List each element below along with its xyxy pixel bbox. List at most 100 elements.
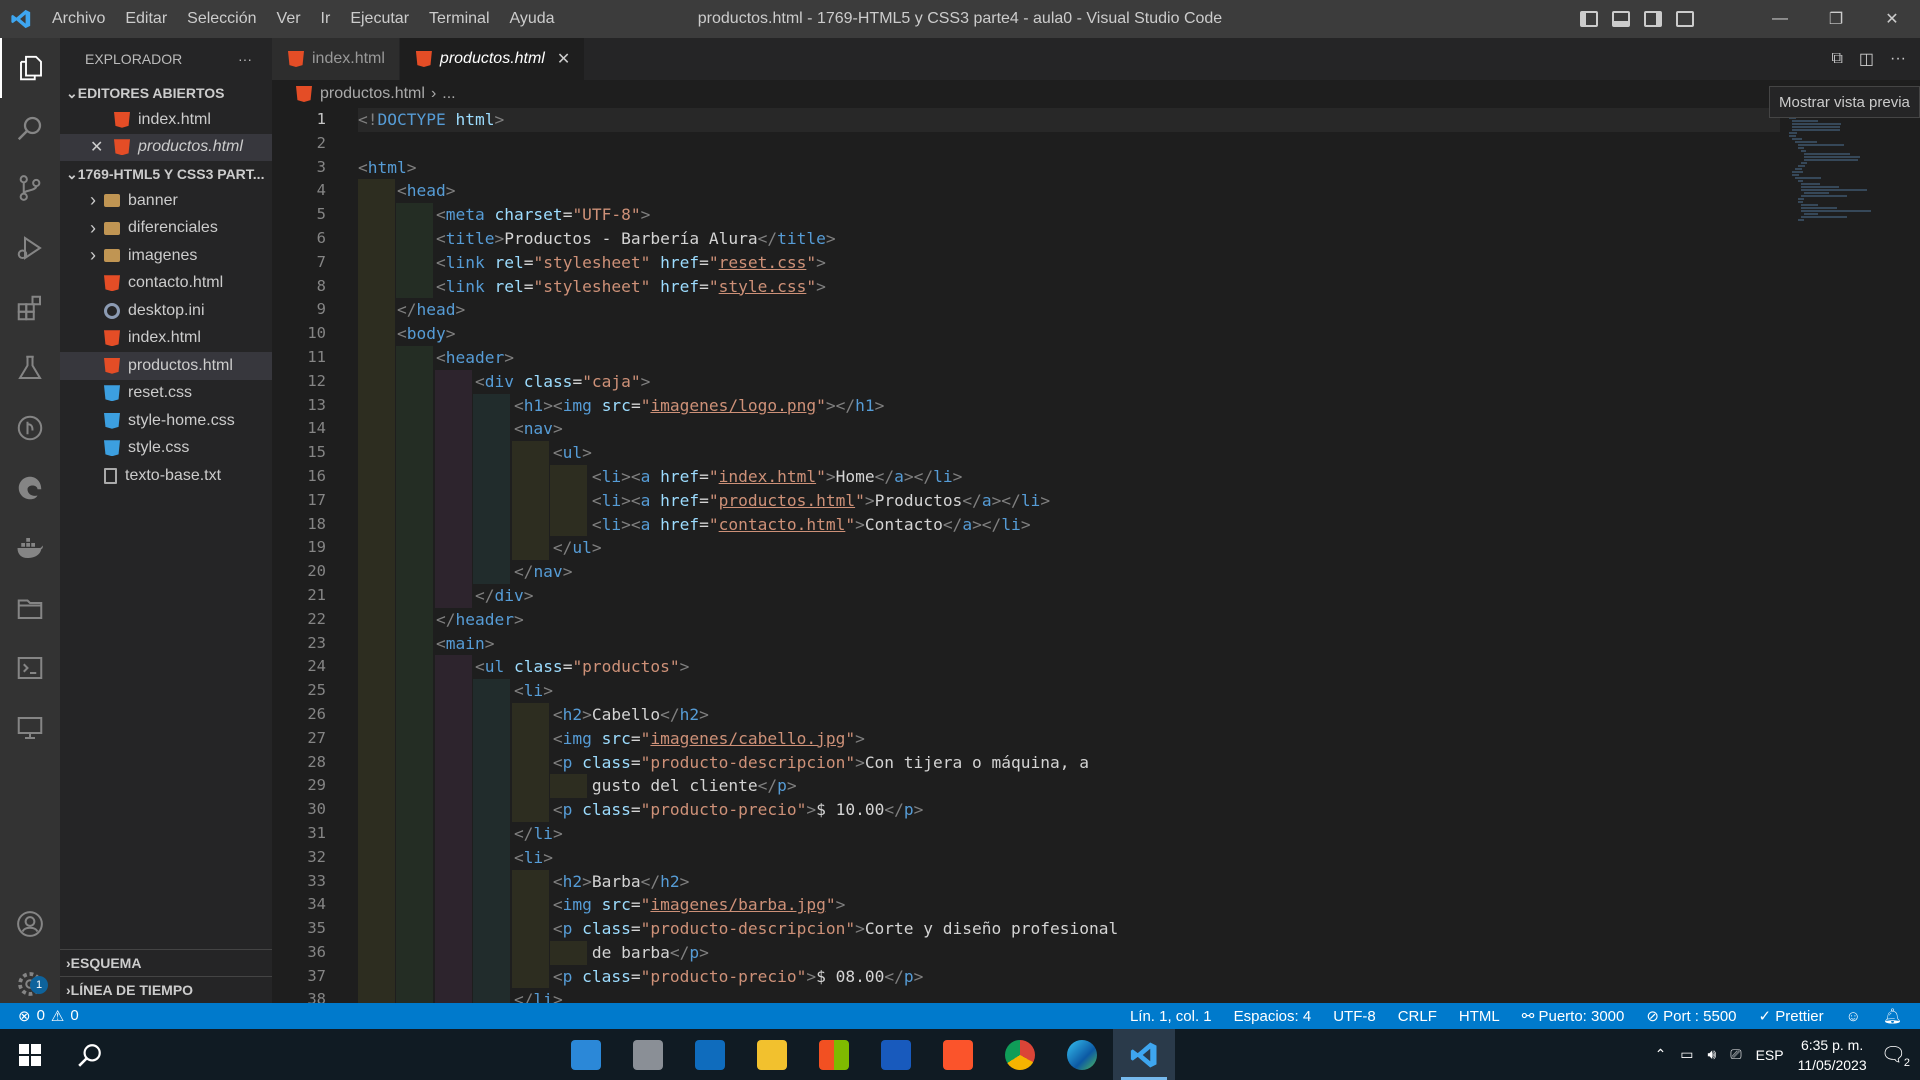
file-item[interactable]: desktop.ini bbox=[60, 297, 272, 325]
code-line[interactable]: <link rel="stylesheet" href="reset.css"> bbox=[358, 250, 1780, 275]
code-line[interactable]: <li> bbox=[358, 679, 1780, 703]
task-view-icon[interactable] bbox=[555, 1029, 617, 1080]
code-line[interactable]: <main> bbox=[358, 631, 1780, 656]
code-line[interactable]: gusto del cliente</p> bbox=[358, 774, 1780, 799]
code-line[interactable] bbox=[358, 132, 1780, 156]
extensions-icon[interactable] bbox=[0, 278, 60, 338]
toggle-primary-sidebar-icon[interactable] bbox=[1580, 11, 1598, 27]
file-item[interactable]: style.css bbox=[60, 435, 272, 463]
more-actions-icon[interactable]: ··· bbox=[1890, 50, 1906, 68]
tab-index-html[interactable]: index.html bbox=[272, 38, 400, 80]
search-icon[interactable] bbox=[0, 98, 60, 158]
code-line[interactable]: </li> bbox=[358, 988, 1780, 1003]
microsoft-store-icon[interactable] bbox=[803, 1029, 865, 1080]
restore-icon[interactable]: ❐ bbox=[1808, 0, 1864, 38]
puerto-status[interactable]: ⚯ Puerto: 3000 bbox=[1522, 1007, 1625, 1025]
code-line[interactable]: <nav> bbox=[358, 417, 1780, 442]
code-line[interactable]: </div> bbox=[358, 583, 1780, 608]
outline-header[interactable]: › ESQUEMA bbox=[60, 949, 272, 976]
testing-icon[interactable] bbox=[0, 338, 60, 398]
toggle-secondary-sidebar-icon[interactable] bbox=[1644, 11, 1662, 27]
battery-icon[interactable]: ▭ bbox=[1680, 1046, 1693, 1063]
encoding[interactable]: UTF-8 bbox=[1333, 1008, 1376, 1025]
snipping-tool-icon[interactable] bbox=[617, 1029, 679, 1080]
menu-item[interactable]: Ejecutar bbox=[340, 0, 419, 38]
input-language[interactable]: ESP bbox=[1756, 1047, 1784, 1063]
code-line[interactable]: <img src="imagenes/barba.jpg"> bbox=[358, 893, 1780, 918]
code-line[interactable]: <img src="imagenes/cabello.jpg"> bbox=[358, 726, 1780, 751]
menu-item[interactable]: Editar bbox=[115, 0, 177, 38]
project-manager-icon[interactable] bbox=[0, 578, 60, 638]
code-line[interactable]: <li><a href="contacto.html">Contacto</a>… bbox=[358, 512, 1780, 537]
explorer-icon[interactable] bbox=[0, 38, 60, 98]
file-item[interactable]: style-home.css bbox=[60, 407, 272, 435]
code-line[interactable]: <header> bbox=[358, 345, 1780, 370]
file-item[interactable]: index.html bbox=[60, 325, 272, 353]
split-editor-icon[interactable]: ◫ bbox=[1859, 49, 1874, 69]
chrome-icon[interactable] bbox=[989, 1029, 1051, 1080]
show-hidden-icons-icon[interactable]: ⌃ bbox=[1655, 1046, 1667, 1063]
code-line[interactable]: <body> bbox=[358, 322, 1780, 346]
tab-productos-html[interactable]: productos.html ✕ bbox=[399, 38, 586, 80]
end-of-line[interactable]: CRLF bbox=[1398, 1008, 1437, 1025]
folder-item[interactable]: › imagenes bbox=[60, 242, 272, 270]
notifications-bell-icon[interactable]: 🔔︎ bbox=[1883, 1007, 1902, 1025]
edge-devtools-icon[interactable] bbox=[0, 458, 60, 518]
code-line[interactable]: <h1><img src="imagenes/logo.png"></h1> bbox=[358, 393, 1780, 418]
taskbar-search-icon[interactable] bbox=[60, 1029, 120, 1080]
folder-header[interactable]: ⌄ 1769-HTML5 Y CSS3 PART... bbox=[60, 161, 272, 187]
code-line[interactable]: <link rel="stylesheet" href="style.css"> bbox=[358, 274, 1780, 299]
code-line[interactable]: <p class="producto-precio">$ 10.00</p> bbox=[358, 798, 1780, 822]
file-item[interactable]: reset.css bbox=[60, 380, 272, 408]
volume-icon[interactable]: 🔊︎ bbox=[1708, 1046, 1717, 1063]
minimap[interactable] bbox=[1786, 108, 1906, 221]
clock[interactable]: 6:35 p. m. 11/05/2023 bbox=[1798, 1035, 1867, 1075]
close-editor-icon[interactable]: ✕ bbox=[90, 137, 114, 157]
code-line[interactable]: <li> bbox=[358, 845, 1780, 870]
customize-layout-icon[interactable] bbox=[1676, 11, 1694, 27]
explorer-more-button[interactable]: ··· bbox=[238, 51, 252, 67]
menu-item[interactable]: Ayuda bbox=[500, 0, 565, 38]
open-editor-item[interactable]: ✕ productos.html bbox=[60, 133, 272, 161]
code-line[interactable]: <li><a href="productos.html">Productos</… bbox=[358, 488, 1780, 513]
remote-explorer-icon[interactable] bbox=[0, 698, 60, 758]
feedback-icon[interactable]: ☺ bbox=[1846, 1008, 1861, 1025]
code-line[interactable]: </nav> bbox=[358, 560, 1780, 584]
code-line[interactable]: <!DOCTYPE html> bbox=[358, 108, 1780, 132]
folder-item[interactable]: › diferenciales bbox=[60, 215, 272, 243]
accounts-icon[interactable] bbox=[0, 894, 60, 954]
code-line[interactable]: <ul> bbox=[358, 441, 1780, 465]
code-editor[interactable]: 1 2 3 4 5 6 7 8 9 10 11 12 13 14 15 16 17 18 19 20 21 22 23 24 2… bbox=[272, 108, 1920, 1003]
menu-item[interactable]: Ir bbox=[311, 0, 341, 38]
windows-start-icon[interactable] bbox=[0, 1029, 60, 1080]
outlook-icon[interactable] bbox=[679, 1029, 741, 1080]
timeline-header[interactable]: › LÍNEA DE TIEMPO bbox=[60, 976, 272, 1003]
file-item[interactable]: texto-base.txt bbox=[60, 462, 272, 490]
network-icon[interactable]: ⎚ bbox=[1730, 1046, 1741, 1063]
live-server-status[interactable]: ⊘ Port : 5500 bbox=[1646, 1007, 1736, 1025]
breadcrumb-file[interactable]: productos.html bbox=[320, 85, 425, 103]
code-line[interactable]: <div class="caja"> bbox=[358, 369, 1780, 394]
code-line[interactable]: <p class="producto-descripcion">Corte y … bbox=[358, 917, 1780, 941]
menu-item[interactable]: Archivo bbox=[42, 0, 115, 38]
indentation[interactable]: Espacios: 4 bbox=[1234, 1008, 1312, 1025]
code-line[interactable]: </head> bbox=[358, 298, 1780, 323]
file-item[interactable]: contacto.html bbox=[60, 270, 272, 298]
toggle-panel-icon[interactable] bbox=[1612, 11, 1630, 27]
action-center-icon[interactable]: 🗨︎ 2 bbox=[1881, 1042, 1910, 1069]
code-line[interactable]: </header> bbox=[358, 607, 1780, 632]
terminal-icon[interactable] bbox=[0, 638, 60, 698]
code-line[interactable]: <li><a href="index.html">Home</a></li> bbox=[358, 464, 1780, 489]
menu-item[interactable]: Terminal bbox=[419, 0, 499, 38]
code-lines[interactable]: <!DOCTYPE html> <html> <head> <meta chars… bbox=[358, 108, 1780, 1003]
code-line[interactable]: de barba</p> bbox=[358, 940, 1780, 965]
code-line[interactable]: <head> bbox=[358, 179, 1780, 204]
menu-item[interactable]: Ver bbox=[267, 0, 311, 38]
code-line[interactable]: <h2>Cabello</h2> bbox=[358, 702, 1780, 727]
minimize-icon[interactable]: — bbox=[1752, 0, 1808, 38]
breadcrumb-more[interactable]: ... bbox=[442, 85, 455, 103]
code-line[interactable]: </li> bbox=[358, 821, 1780, 846]
code-line[interactable]: <title>Productos - Barbería Alura</title… bbox=[358, 226, 1780, 251]
code-line[interactable]: <ul class="productos"> bbox=[358, 655, 1780, 680]
problems-indicator[interactable]: ⊗ 0 ⚠ 0 bbox=[0, 1007, 79, 1025]
